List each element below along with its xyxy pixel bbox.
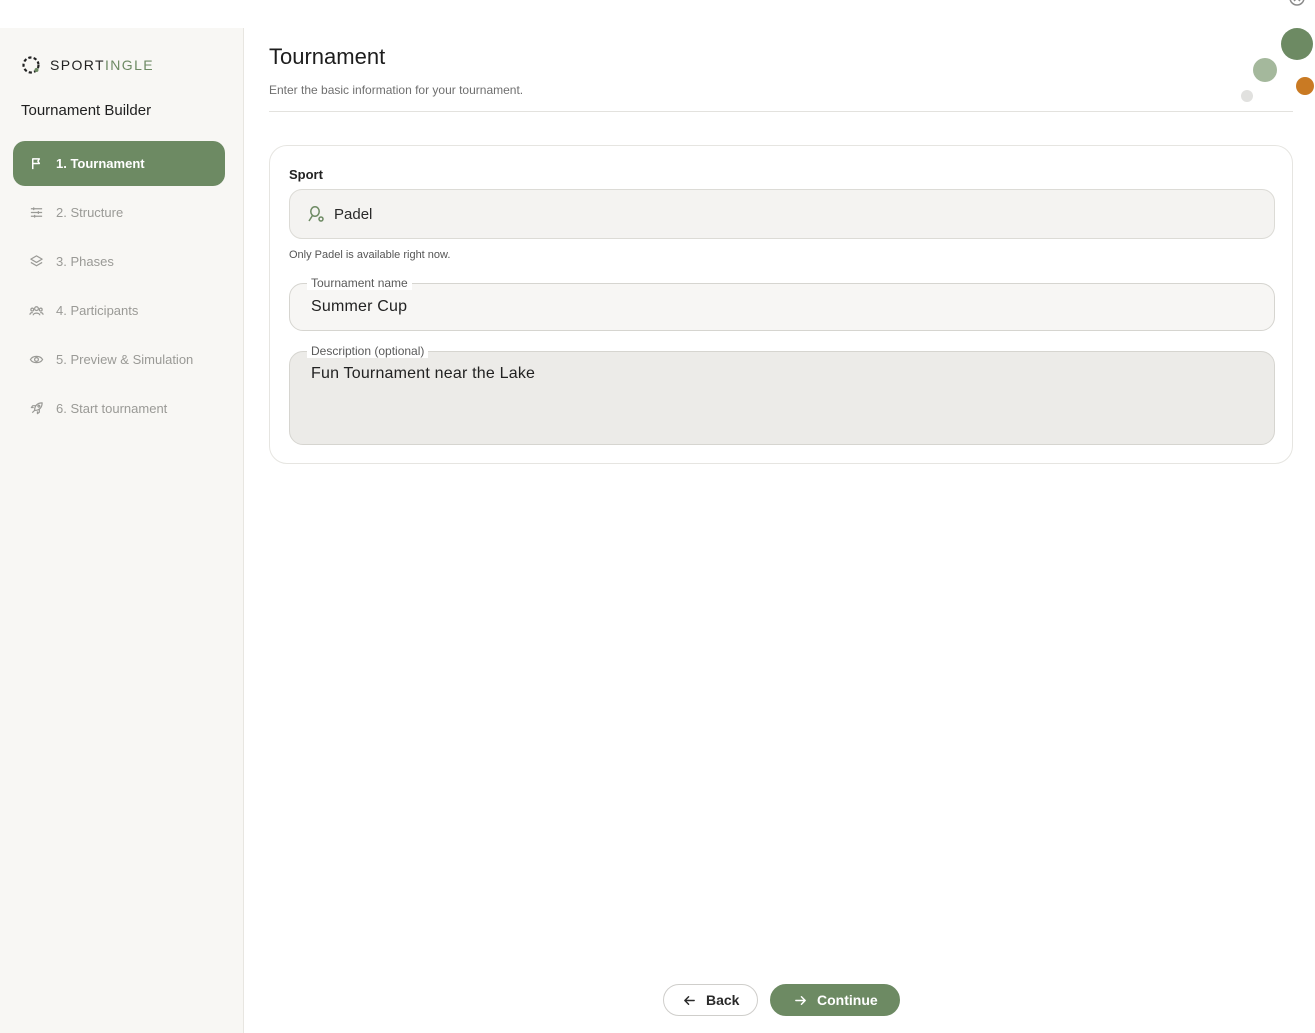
rocket-icon (30, 402, 43, 415)
page-title: Tournament (269, 44, 386, 69)
arrow-right-icon (795, 995, 806, 1005)
sportingle-logo-icon (22, 56, 40, 74)
wizard-footer: Back Continue (663, 984, 900, 1016)
continue-button[interactable]: Continue (770, 984, 900, 1016)
window-top-bar (0, 0, 1315, 28)
arrow-left-icon (684, 995, 695, 1005)
sidebar: SPORTINGLE Tournament Builder 1. Tournam… (0, 28, 244, 1033)
sliders-icon (30, 207, 43, 218)
tournament-name-label: Tournament name (307, 276, 412, 290)
tournament-form-card: Sport Padel Only Padel is available righ… (269, 145, 1293, 464)
sidebar-item-tournament[interactable]: 1. Tournament (13, 141, 225, 186)
wizard-steps-nav: 1. Tournament 2. Structure 3. Phases 4. … (13, 141, 225, 435)
brand-name-part2: INGLE (104, 57, 154, 73)
brand-name-part1: SPORT (50, 57, 105, 73)
sidebar-item-label: 4. Participants (56, 303, 139, 318)
page-subtitle: Enter the basic information for your tou… (269, 83, 524, 97)
description-label: Description (optional) (307, 344, 429, 358)
brand-logo[interactable]: SPORTINGLE (21, 54, 154, 76)
sidebar-item-start-tournament[interactable]: 6. Start tournament (13, 386, 225, 431)
brand-name: SPORTINGLE (50, 57, 154, 73)
tournament-name-value: Summer Cup (311, 298, 408, 315)
sidebar-item-label: 3. Phases (56, 254, 114, 269)
sidebar-title: Tournament Builder (21, 102, 152, 119)
back-button[interactable]: Back (663, 984, 758, 1016)
sport-hint: Only Padel is available right now. (289, 249, 451, 261)
description-value: Fun Tournament near the Lake (311, 365, 536, 382)
sidebar-item-structure[interactable]: 2. Structure (13, 190, 225, 235)
tournament-name-field[interactable]: Tournament name Summer Cup (289, 276, 1275, 331)
sidebar-item-label: 6. Start tournament (56, 401, 168, 416)
back-button-label: Back (706, 992, 740, 1008)
sport-select-value: Padel (334, 205, 373, 223)
sidebar-item-preview-simulation[interactable]: 5. Preview & Simulation (13, 337, 225, 382)
decor-dot-small (1241, 90, 1253, 102)
description-field[interactable]: Description (optional) Fun Tournament ne… (289, 344, 1275, 445)
sport-select[interactable]: Padel (289, 189, 1275, 239)
sidebar-item-label: 1. Tournament (56, 156, 145, 171)
decor-dot-large (1281, 28, 1313, 60)
header-divider (269, 111, 1293, 112)
users-icon (29, 306, 44, 316)
sidebar-item-label: 5. Preview & Simulation (56, 352, 194, 367)
sport-label: Sport (289, 167, 323, 182)
sidebar-item-label: 2. Structure (56, 205, 124, 220)
layers-icon (30, 255, 43, 267)
decor-dot-orange (1296, 77, 1314, 95)
decor-dot-medium (1253, 58, 1277, 82)
sidebar-item-participants[interactable]: 4. Participants (13, 288, 225, 333)
padel-racket-icon (308, 205, 324, 222)
close-icon[interactable] (1287, 0, 1307, 8)
sidebar-item-phases[interactable]: 3. Phases (13, 239, 225, 284)
flag-icon (32, 158, 41, 170)
eye-icon (29, 355, 44, 364)
continue-button-label: Continue (817, 992, 878, 1008)
